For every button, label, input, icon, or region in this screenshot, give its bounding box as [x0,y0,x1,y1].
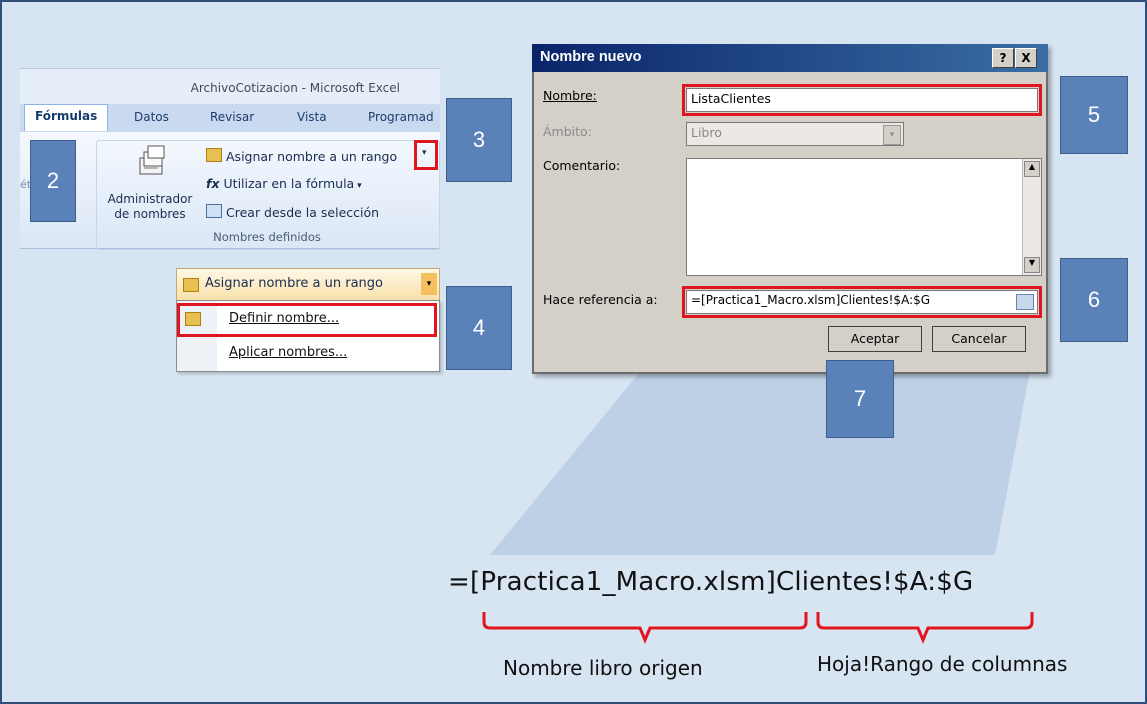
caption-sheet-range: Hoja!Rango de columnas [817,652,1068,676]
braces [482,612,1034,644]
caption-workbook: Nombre libro origen [503,656,703,680]
